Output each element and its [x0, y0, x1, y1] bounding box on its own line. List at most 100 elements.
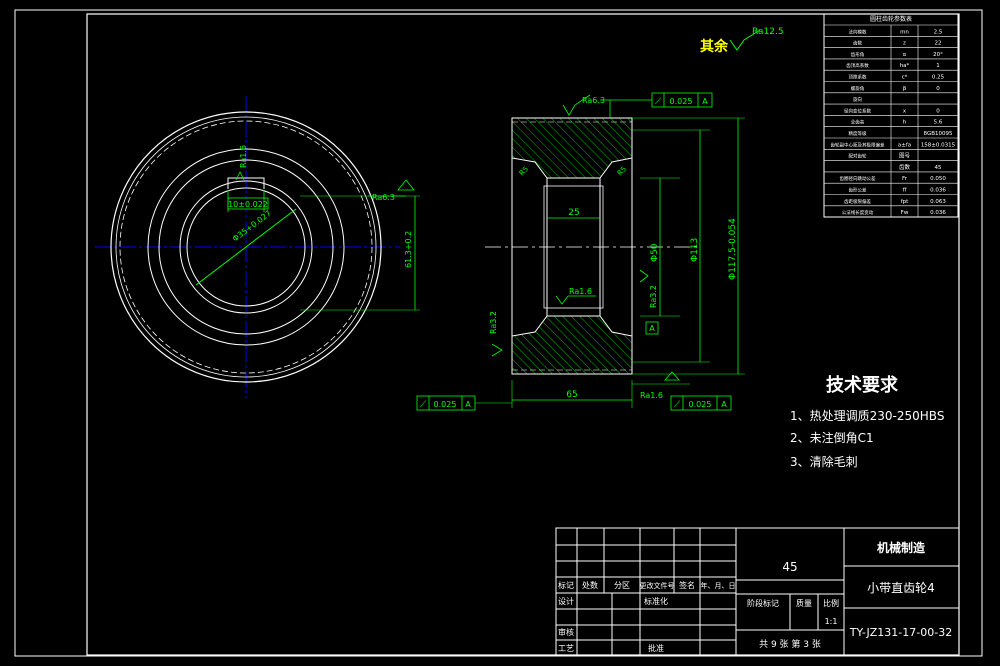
tb-ratio: 比例 [823, 598, 839, 608]
tech-requirements: 技术要求 1、热处理调质230-250HBS 2、未注倒角C1 3、清除毛刺 [790, 374, 944, 469]
runout-top-datum: A [702, 97, 708, 106]
param-sym: x [903, 108, 907, 114]
param-sym: β [903, 86, 907, 92]
tb-sheets: 共 9 张 第 3 张 [759, 638, 821, 650]
tb-stage: 阶段标记 [747, 598, 779, 608]
param-sym: 齿数 [899, 163, 911, 171]
param-val: 5.6 [934, 120, 943, 126]
runout-top-sym: ⟋ [655, 97, 662, 107]
tech-req-title: 技术要求 [826, 374, 899, 396]
param-val: 158±0.0315 [921, 142, 956, 148]
param-sym: c* [902, 75, 908, 81]
tb-change-doc: 更改文件号 [640, 581, 675, 590]
param-val: 0.063 [930, 199, 946, 205]
tech-req-item-1: 1、热处理调质230-250HBS [790, 409, 944, 423]
param-val: 8GB10095 [923, 131, 953, 137]
param-label: 全齿高 [851, 119, 865, 126]
surface-note: 其余 Ra12.5 [700, 27, 784, 55]
runout-top-val: 0.025 [670, 97, 693, 106]
tb-date: 年、月、日 [701, 581, 736, 590]
param-sym: mn [900, 29, 909, 35]
tb-standard: 标准化 [644, 596, 668, 606]
param-val: 45 [935, 165, 942, 171]
tb-weight: 质量 [796, 598, 812, 608]
runout-frame-top: ⟋ 0.025 A [651, 92, 713, 108]
surface-note-prefix: 其余 [700, 38, 729, 55]
section-view: 25 Φ50 Φ113 Φ117.5-0.054 65 Ra6.3 ⟋ 0.02… [416, 92, 745, 411]
runout-br-datum: A [721, 400, 727, 409]
param-label: 顶隙系数 [849, 74, 867, 81]
param-label: 齿距极限偏差 [844, 198, 871, 205]
hub-roughness: Ra6.3 [372, 193, 395, 202]
runout-br-val: 0.025 [689, 400, 712, 409]
param-sym: 图号 [899, 152, 911, 160]
param-sym: z [903, 41, 906, 47]
runout-bl-sym: ⟋ [420, 400, 427, 410]
outer-border [14, 9, 983, 657]
tip-dia-dim: Φ117.5-0.054 [728, 218, 738, 280]
bore-roughness: Ra1.6 [239, 145, 248, 168]
tb-part-name: 小带直齿轮4 [867, 581, 935, 595]
tb-mark: 标记 [558, 580, 574, 590]
runout-bl-datum: A [465, 400, 471, 409]
param-val: 0.036 [930, 210, 946, 216]
param-sym: Fr [902, 176, 908, 182]
param-val: 22 [935, 41, 942, 47]
param-label: 公法线长度变动 [842, 209, 874, 216]
tb-scale: 1:1 [825, 617, 838, 626]
chamfer-left: R5 [518, 165, 530, 177]
param-val: 0.050 [930, 176, 946, 182]
param-sym: ha* [900, 63, 910, 69]
tb-design: 设计 [558, 596, 574, 606]
left-roughness: Ra3.2 [489, 311, 498, 334]
tech-req-item-3: 3、清除毛刺 [790, 454, 858, 469]
tb-zone: 分区 [614, 581, 630, 590]
hub-dia-dim: Φ50 [650, 243, 660, 262]
face-width-dim: 65 [566, 390, 577, 400]
param-table: 圆柱齿轮参数表 法向模数 mn 2.5 齿数 z 22 齿形角 α 20° 齿顶高系数 ha* 1 顶隙… [823, 13, 959, 218]
chamfer-right: R5 [616, 165, 628, 177]
param-label: 齿形角 [851, 51, 865, 58]
tb-material: 45 [782, 560, 797, 574]
tb-approve: 批准 [648, 643, 664, 653]
top-roughness: Ra6.3 [582, 96, 605, 105]
tb-count: 处数 [582, 580, 598, 590]
right-roughness: Ra3.2 [649, 285, 658, 308]
tb-company: 机械制造 [877, 540, 926, 555]
param-sym: fpt [901, 199, 909, 205]
param-val: 0.25 [932, 75, 945, 81]
runout-frame-bl: ⟋ 0.025 A [416, 395, 476, 411]
param-label: 齿形公差 [849, 187, 867, 194]
param-sym: ff [903, 188, 907, 194]
param-label: 法向模数 [849, 28, 867, 35]
front-view: Φ35+0.027 10±0.022 Ra1.6 Ra6.3 61.3+0.2 [95, 96, 420, 398]
param-label: 径向变位系数 [844, 107, 871, 114]
param-label: 旋向 [853, 96, 862, 103]
param-sym: Fw [901, 210, 909, 216]
param-sym: h [903, 120, 907, 126]
datum-a: A [649, 324, 655, 333]
param-label: 螺旋角 [851, 85, 865, 92]
param-label: 配对齿轮 [849, 153, 867, 160]
tb-sign: 签名 [679, 580, 695, 590]
tb-process: 工艺 [558, 644, 574, 653]
param-label: 齿圈径向跳动公差 [840, 175, 876, 182]
param-val: 0 [936, 86, 940, 92]
param-sym: α [903, 52, 907, 58]
param-val: 0.036 [930, 188, 946, 194]
bore-width-dim: 25 [568, 208, 579, 218]
runout-frame-br: ⟋ 0.025 A [670, 395, 732, 411]
root-dia-dim: Φ113 [690, 238, 700, 262]
inner-roughness: Ra1.6 [569, 287, 592, 296]
runout-br-sym: ⟋ [674, 400, 681, 410]
tb-drawing-no: TY-JZ131-17-00-32 [849, 626, 952, 639]
keyway-depth-dim: 61.3+0.2 [404, 231, 413, 268]
param-label: 齿顶高系数 [846, 62, 869, 69]
param-sym: a±fa [898, 142, 911, 148]
param-label: 齿数 [853, 40, 862, 47]
param-val: 1 [936, 63, 940, 69]
runout-bl-val: 0.025 [434, 400, 457, 409]
tech-req-item-2: 2、未注倒角C1 [790, 430, 874, 445]
keyway-dim: 10±0.022 [228, 200, 268, 209]
param-val: 0 [936, 108, 940, 114]
